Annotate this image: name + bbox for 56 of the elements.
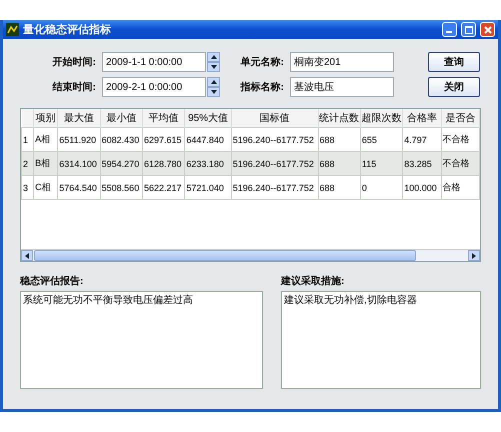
- left-arrow-icon: [25, 252, 29, 258]
- table-cell: 100.000: [402, 176, 442, 200]
- column-header[interactable]: 最大值: [58, 109, 100, 128]
- table-cell: 5764.540: [58, 176, 100, 200]
- column-header[interactable]: 95%大值: [184, 109, 232, 128]
- up-arrow-icon: [210, 55, 216, 59]
- column-header[interactable]: 超限次数: [360, 109, 403, 128]
- right-arrow-icon: [472, 252, 476, 258]
- table-cell: 合格: [441, 176, 480, 200]
- report-label: 稳态评估报告:: [20, 274, 84, 288]
- minimize-button[interactable]: [442, 22, 457, 37]
- end-time-field[interactable]: 2009-2-1 0:00:00: [102, 77, 206, 97]
- end-time-label: 结束时间:: [51, 80, 97, 94]
- query-button[interactable]: 查询: [428, 52, 480, 72]
- column-header[interactable]: 国标值: [231, 109, 318, 128]
- advice-text-area[interactable]: 建议采取无功补偿,切除电容器: [281, 291, 481, 389]
- start-time-field[interactable]: 2009-1-1 0:00:00: [102, 52, 206, 72]
- report-text-area[interactable]: 系统可能无功不平衡导致电压偏差过高: [20, 291, 263, 389]
- table-cell: 5508.560: [100, 176, 143, 200]
- close-dialog-button[interactable]: 关闭: [428, 77, 480, 97]
- column-header[interactable]: 最小值: [100, 109, 143, 128]
- unit-name-field[interactable]: 桐南变201: [290, 52, 394, 72]
- column-header[interactable]: 是否合: [441, 109, 480, 128]
- table-cell: 688: [318, 176, 360, 200]
- down-arrow-icon: [210, 90, 216, 94]
- table-row[interactable]: 2 B相 6314.100 5954.270 6128.780 6233.180 5196.240--6177.752 688 115 83.285 不合格: [22, 152, 480, 176]
- start-time-label: 开始时间:: [52, 56, 97, 69]
- maximize-button[interactable]: [461, 22, 476, 37]
- maximize-icon: [464, 26, 472, 34]
- app-icon: [6, 23, 19, 36]
- close-icon: [484, 26, 492, 34]
- close-button[interactable]: [480, 22, 495, 37]
- table-row[interactable]: 3 C相 5764.540 5508.560 5622.217 5721.040 5196.240--6177.752 688 0 100.000 合格: [22, 176, 480, 200]
- column-header[interactable]: 项别: [34, 109, 58, 128]
- up-arrow-icon: [210, 80, 216, 84]
- index-name-field[interactable]: 基波电压: [290, 77, 394, 97]
- index-name-label: 指标名称:: [239, 80, 285, 94]
- column-header[interactable]: 统计点数: [318, 109, 360, 128]
- window-title: 量化稳态评估指标: [23, 22, 112, 37]
- column-header[interactable]: 平均值: [142, 109, 185, 128]
- advice-label: 建议采取措施:: [281, 274, 346, 288]
- spin-buttons[interactable]: [207, 52, 220, 72]
- down-arrow-icon: [210, 65, 216, 69]
- row-number: 3: [22, 176, 34, 200]
- table-cell: 5622.217: [142, 176, 185, 200]
- horizontal-scrollbar[interactable]: [21, 249, 480, 261]
- table-row[interactable]: 1 A相 6511.920 6082.430 6297.615 6447.840 5196.240--6177.752 688 655 4.797 不合格: [22, 128, 480, 152]
- table-cell: 5196.240--6177.752: [231, 176, 318, 200]
- row-number: 2: [22, 152, 34, 176]
- column-header[interactable]: 合格率: [402, 109, 442, 128]
- table-cell: 5721.040: [184, 176, 232, 200]
- row-number: 1: [22, 128, 34, 152]
- unit-name-label: 单元名称:: [240, 56, 285, 69]
- table-cell: C相: [34, 176, 58, 200]
- spin-buttons[interactable]: [207, 77, 220, 97]
- table-cell: 0: [360, 176, 403, 200]
